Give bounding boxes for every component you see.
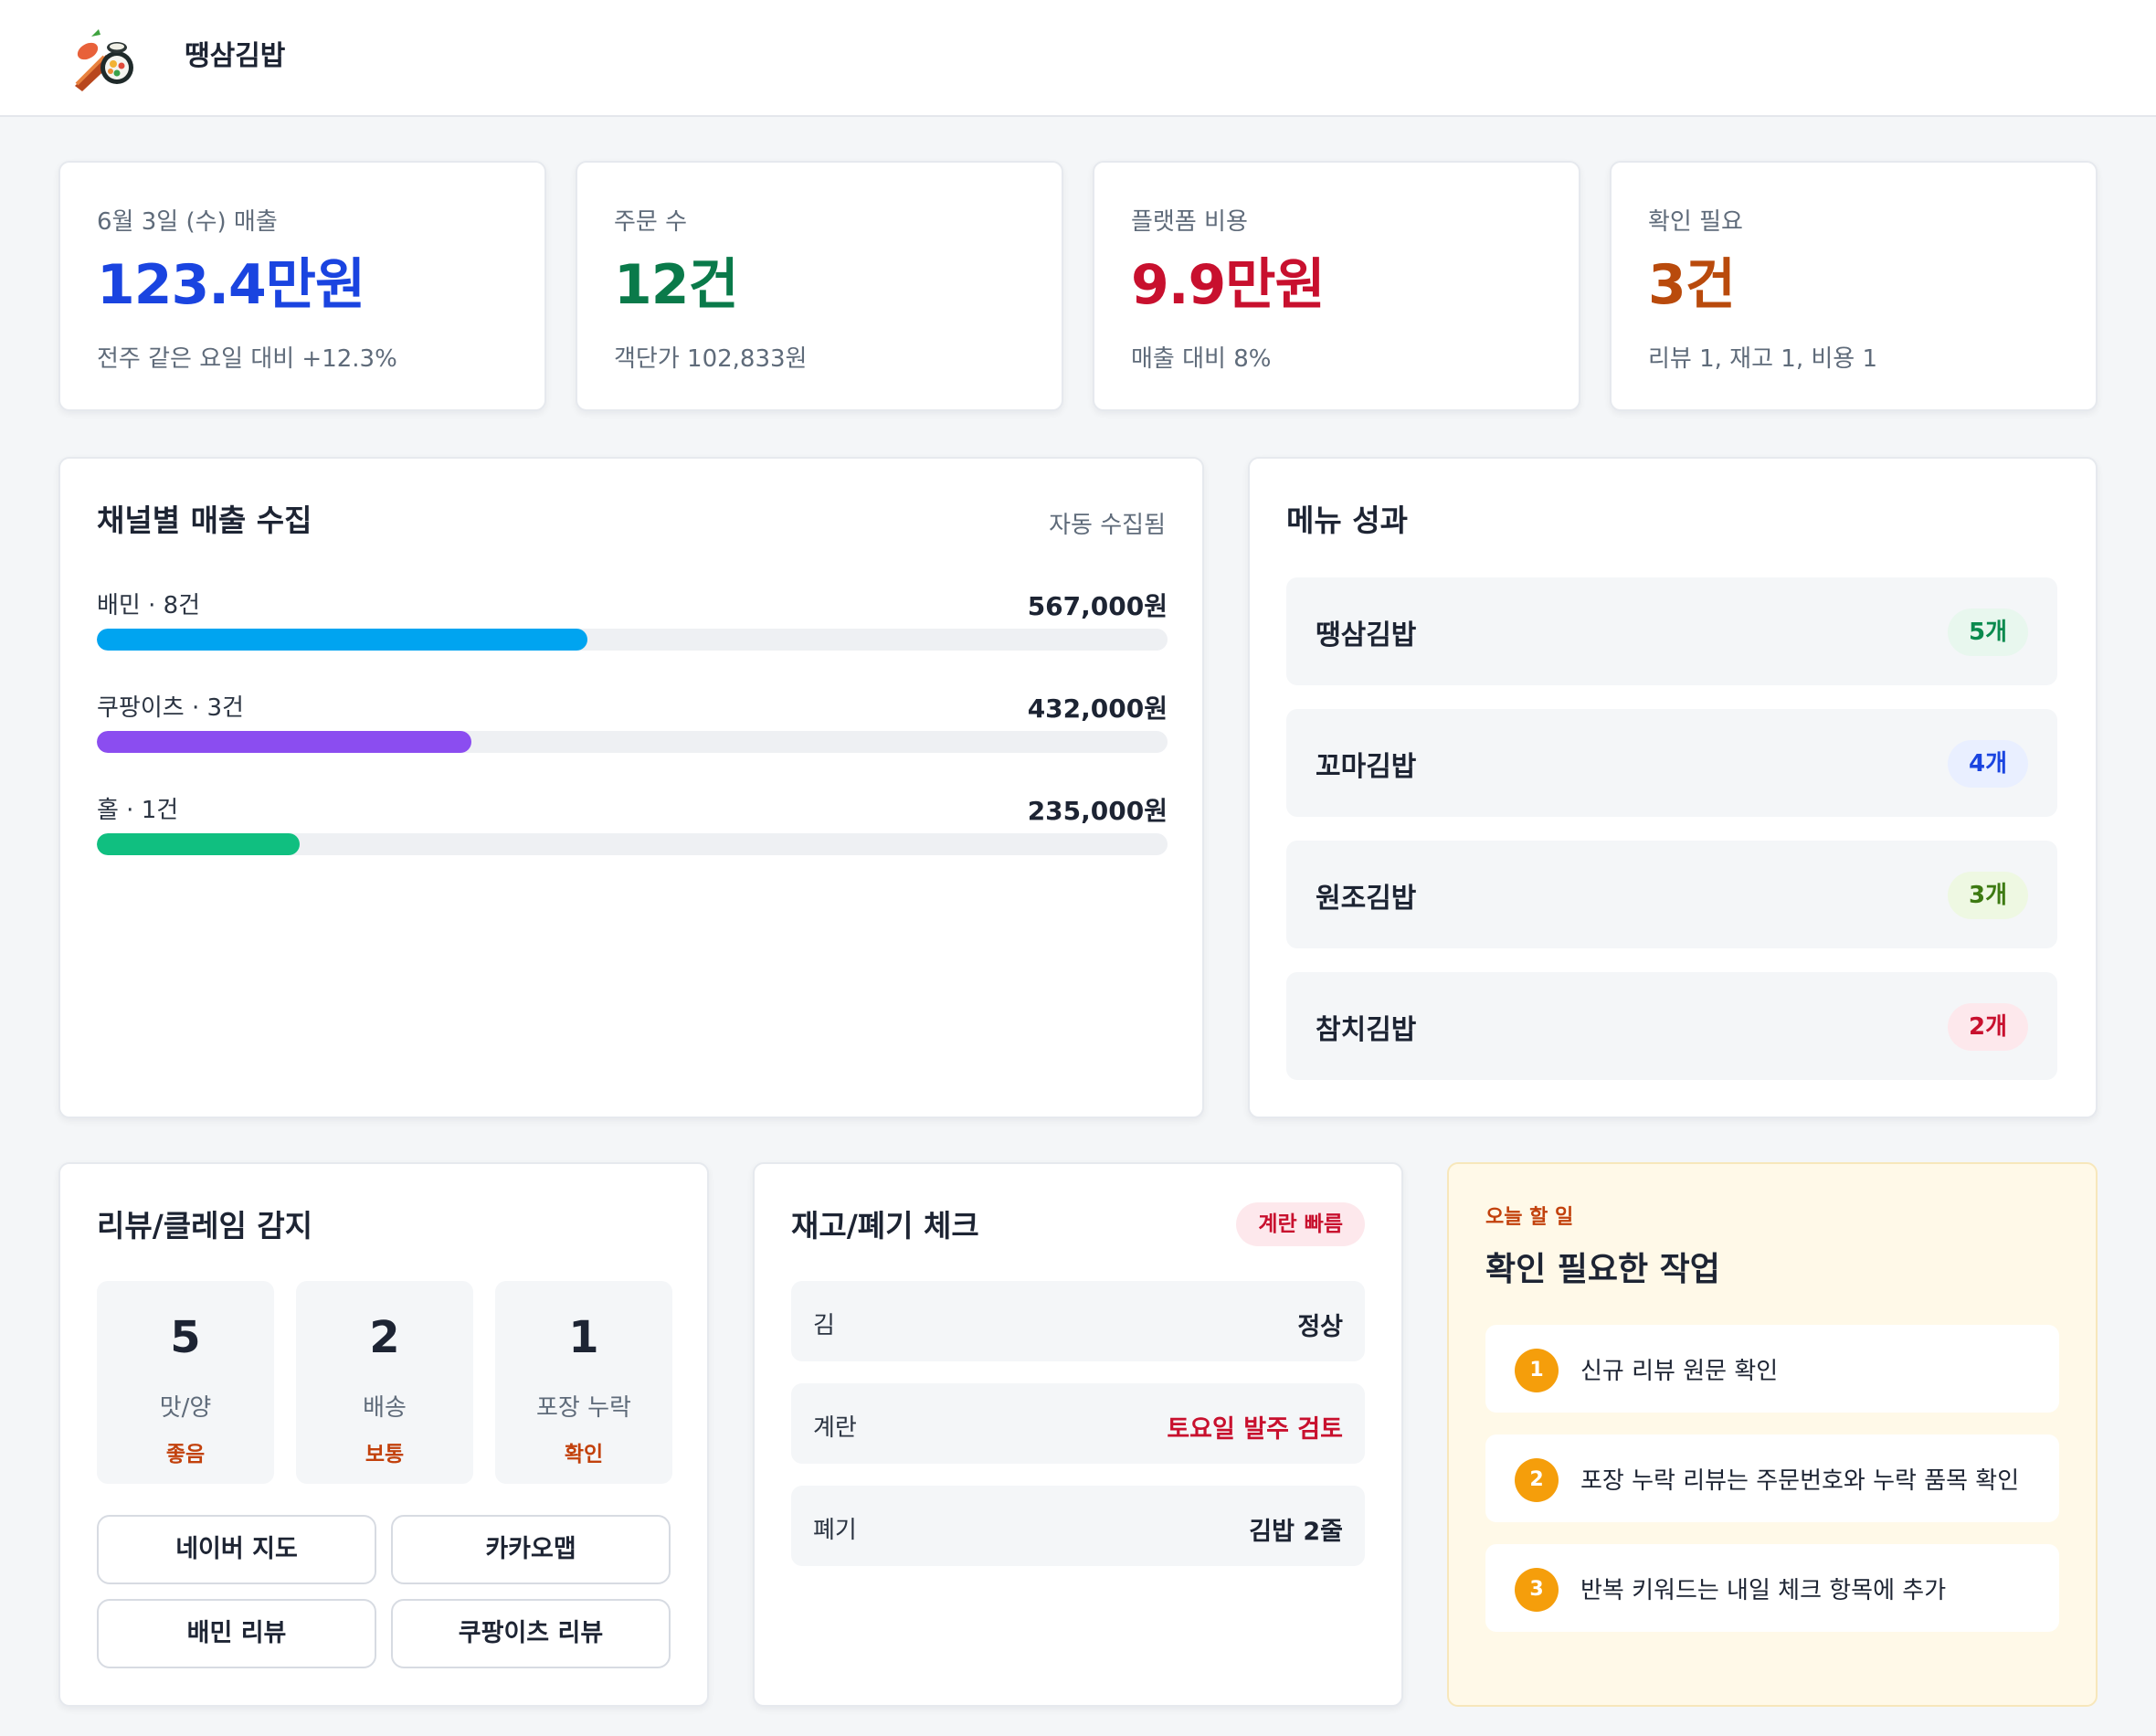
- kpi-sub: 객단가 102,833원: [614, 345, 808, 373]
- stat-name: 배송: [363, 1394, 407, 1422]
- stat-count: 2: [369, 1312, 400, 1363]
- task-number-badge: 3: [1515, 1568, 1559, 1612]
- baemin-review-button[interactable]: 배민 리뷰: [97, 1599, 376, 1668]
- channel-label: 쿠팡이츠 · 3건: [97, 694, 244, 722]
- kpi-label: 확인 필요: [1648, 208, 1743, 236]
- channel-progress-track: [97, 731, 1168, 753]
- card-title: 리뷰/클레임 감지: [97, 1208, 313, 1244]
- stat-state: 보통: [365, 1443, 405, 1466]
- stat-state: 확인: [564, 1443, 604, 1466]
- channel-label: 배민 · 8건: [97, 592, 201, 619]
- top-header: 땡삼김밥: [0, 0, 2156, 117]
- card-title: 채널별 매출 수집: [97, 503, 312, 538]
- channel-row-hall: 홀 · 1건 235,000원: [97, 791, 1168, 864]
- menu-count-badge: 5개: [1948, 609, 2028, 656]
- menu-item[interactable]: 땡삼김밥 5개: [1286, 577, 2057, 685]
- channel-progress-fill: [97, 833, 300, 855]
- menu-item[interactable]: 원조김밥 3개: [1286, 841, 2057, 948]
- card-title: 재고/폐기 체크: [791, 1208, 979, 1244]
- app-title: 땡삼김밥: [185, 40, 286, 72]
- menu-name: 땡삼김밥: [1316, 619, 1417, 651]
- review-claim-card: 리뷰/클레임 감지 5 맛/양 좋음 2 배송 보통 1 포장 누락 확인 네이…: [58, 1162, 709, 1707]
- menu-count-badge: 2개: [1948, 1003, 2028, 1051]
- kpi-value: 123.4만원: [97, 253, 365, 317]
- naver-map-button[interactable]: 네이버 지도: [97, 1515, 376, 1584]
- review-stat-delivery: 2 배송 보통: [296, 1281, 473, 1484]
- card-title: 메뉴 성과: [1286, 503, 1408, 538]
- kpi-label: 주문 수: [614, 208, 688, 236]
- kpi-sub: 매출 대비 8%: [1131, 345, 1272, 373]
- todo-title: 확인 필요한 작업: [1485, 1251, 1720, 1288]
- stock-state: 토요일 발주 검토: [1167, 1415, 1343, 1444]
- channel-progress-fill: [97, 629, 587, 651]
- stat-name: 포장 누락: [536, 1394, 631, 1422]
- channel-sales-card: 채널별 매출 수집 자동 수집됨 배민 · 8건 567,000원 쿠팡이츠 ·…: [58, 457, 1204, 1118]
- kakao-map-button[interactable]: 카카오맵: [391, 1515, 671, 1584]
- todo-task[interactable]: 1 신규 리뷰 원문 확인: [1485, 1325, 2059, 1413]
- channel-amount: 432,000원: [1027, 693, 1168, 724]
- channel-label: 홀 · 1건: [97, 797, 179, 824]
- kpi-value: 9.9만원: [1131, 253, 1326, 317]
- kpi-value: 12건: [614, 253, 739, 317]
- stat-name: 맛/양: [159, 1394, 212, 1422]
- coupangeats-review-button[interactable]: 쿠팡이츠 리뷰: [391, 1599, 671, 1668]
- stock-name: 김: [813, 1312, 835, 1339]
- menu-count-badge: 4개: [1948, 740, 2028, 788]
- channel-amount: 235,000원: [1027, 796, 1168, 826]
- kpi-card-sales: 6월 3일 (수) 매출 123.4만원 전주 같은 요일 대비 +12.3%: [58, 161, 546, 411]
- menu-item[interactable]: 참치김밥 2개: [1286, 972, 2057, 1080]
- channel-progress-fill: [97, 731, 471, 753]
- kpi-card-platform-cost: 플랫폼 비용 9.9만원 매출 대비 8%: [1093, 161, 1580, 411]
- task-text: 포장 누락 리뷰는 주문번호와 누락 품목 확인: [1580, 1467, 2020, 1495]
- task-number-badge: 1: [1515, 1349, 1559, 1392]
- channel-row-baemin: 배민 · 8건 567,000원: [97, 587, 1168, 660]
- task-number-badge: 2: [1515, 1458, 1559, 1502]
- todo-card: 오늘 할 일 확인 필요한 작업 1 신규 리뷰 원문 확인 2 포장 누락 리…: [1447, 1162, 2098, 1707]
- review-stat-taste: 5 맛/양 좋음: [97, 1281, 274, 1484]
- channel-progress-track: [97, 833, 1168, 855]
- kpi-card-orders: 주문 수 12건 객단가 102,833원: [576, 161, 1063, 411]
- collection-status: 자동 수집됨: [1049, 512, 1166, 539]
- channel-progress-track: [97, 629, 1168, 651]
- menu-name: 참치김밥: [1316, 1014, 1417, 1046]
- stock-waste-card: 재고/폐기 체크 계란 빠름 김 정상 계란 토요일 발주 검토 폐기 김밥 2…: [753, 1162, 1403, 1707]
- kpi-value: 3건: [1648, 253, 1736, 317]
- menu-item[interactable]: 꼬마김밥 4개: [1286, 709, 2057, 817]
- menu-name: 꼬마김밥: [1316, 751, 1417, 783]
- stock-alert-badge: 계란 빠름: [1236, 1202, 1365, 1246]
- stock-name: 폐기: [813, 1517, 857, 1544]
- menu-performance-card: 메뉴 성과 땡삼김밥 5개 꼬마김밥 4개 원조김밥 3개 참치김밥 2개: [1248, 457, 2098, 1118]
- todo-tag: 오늘 할 일: [1485, 1206, 1574, 1229]
- stock-state: 김밥 2줄: [1249, 1518, 1343, 1546]
- kpi-card-needs-check: 확인 필요 3건 리뷰 1, 재고 1, 비용 1: [1610, 161, 2098, 411]
- kpi-label: 6월 3일 (수) 매출: [97, 208, 278, 236]
- kimbap-logo-icon[interactable]: [71, 27, 137, 93]
- stock-name: 계란: [813, 1414, 857, 1442]
- channel-amount: 567,000원: [1027, 591, 1168, 621]
- task-text: 반복 키워드는 내일 체크 항목에 추가: [1580, 1577, 1947, 1604]
- channel-row-coupangeats: 쿠팡이츠 · 3건 432,000원: [97, 689, 1168, 762]
- review-stat-packaging: 1 포장 누락 확인: [495, 1281, 672, 1484]
- stock-row-egg: 계란 토요일 발주 검토: [791, 1383, 1365, 1464]
- todo-task[interactable]: 2 포장 누락 리뷰는 주문번호와 누락 품목 확인: [1485, 1434, 2059, 1522]
- menu-count-badge: 3개: [1948, 872, 2028, 919]
- kpi-sub: 리뷰 1, 재고 1, 비용 1: [1648, 345, 1877, 373]
- kpi-label: 플랫폼 비용: [1131, 208, 1248, 236]
- stat-count: 5: [170, 1312, 201, 1363]
- menu-name: 원조김밥: [1316, 883, 1417, 915]
- task-text: 신규 리뷰 원문 확인: [1580, 1358, 1779, 1385]
- stock-state: 정상: [1297, 1313, 1343, 1341]
- stock-row-waste: 폐기 김밥 2줄: [791, 1486, 1365, 1566]
- stat-state: 좋음: [165, 1443, 206, 1466]
- kpi-sub: 전주 같은 요일 대비 +12.3%: [97, 345, 397, 373]
- stat-count: 1: [568, 1312, 599, 1363]
- stock-row-seaweed: 김 정상: [791, 1281, 1365, 1361]
- todo-task[interactable]: 3 반복 키워드는 내일 체크 항목에 추가: [1485, 1544, 2059, 1632]
